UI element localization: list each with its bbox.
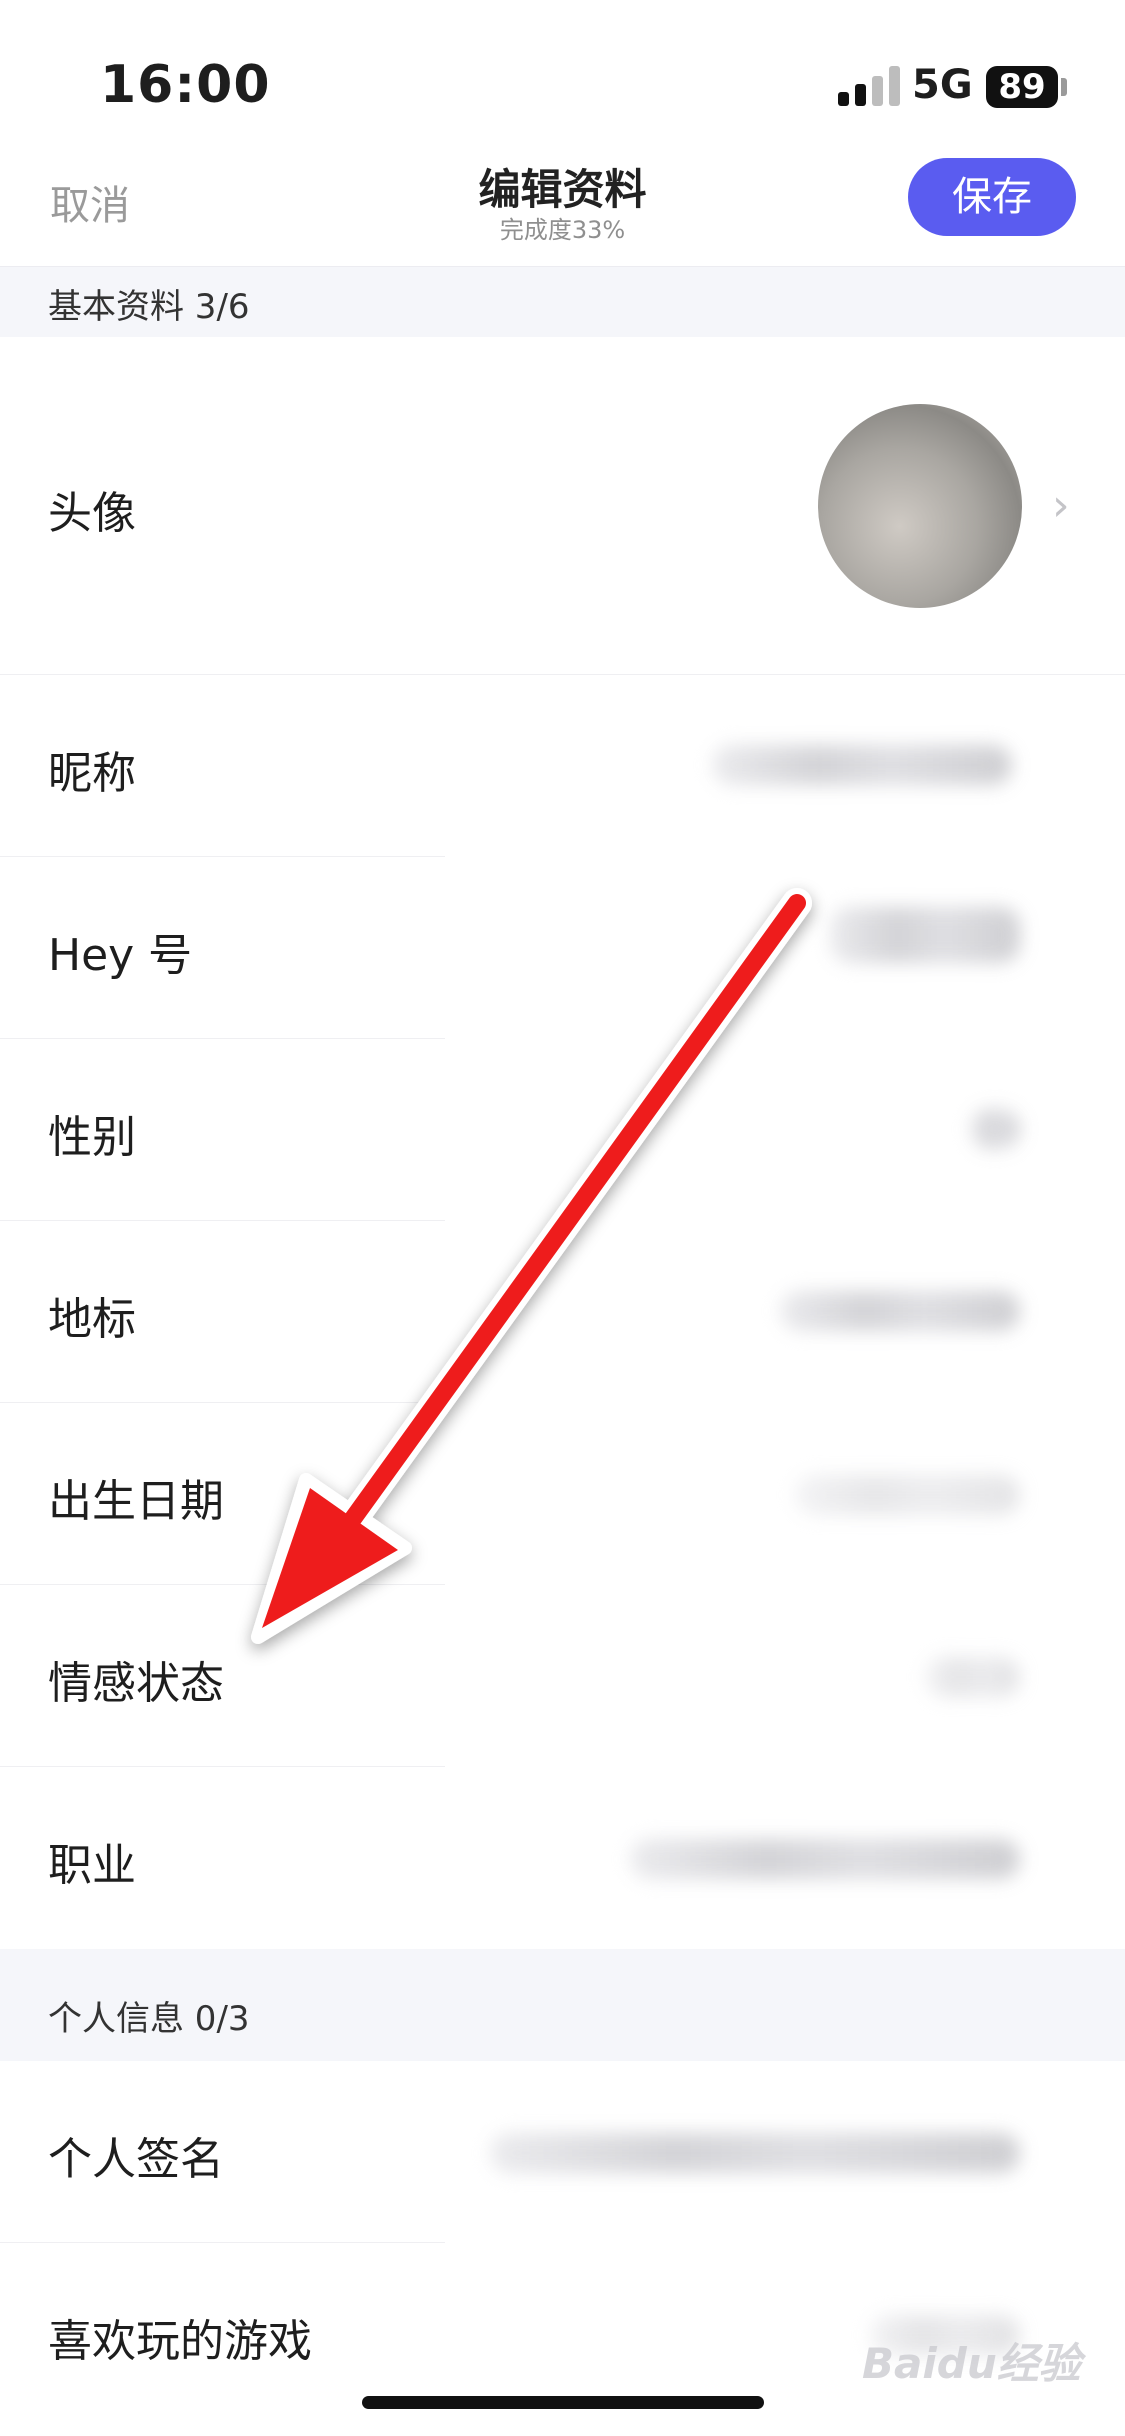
gender-value [970,1109,1020,1149]
relationship-value [925,1657,1020,1697]
row-label: 头像 [48,488,136,539]
signal-icon [838,66,900,106]
network-type: 5G [912,62,973,108]
battery-cap [1061,78,1067,96]
row-label: 出生日期 [48,1476,224,1527]
status-time: 16:00 [100,55,271,115]
row-label: 性别 [48,1112,136,1163]
row-relationship-status[interactable]: 情感状态 [0,1585,1125,1767]
row-birthday[interactable]: 出生日期 [0,1403,1125,1585]
chevron-right-icon: › [1052,480,1070,531]
avatar[interactable] [818,404,1022,608]
home-indicator [362,2396,764,2409]
save-button[interactable]: 保存 [908,158,1076,236]
battery-icon: 89 [986,66,1058,108]
signature-value [490,2133,1020,2173]
watermark: Baidu经验 [862,2339,1081,2388]
section-header-basic: 基本资料 3/6 [0,267,1125,337]
row-gender[interactable]: 性别 [0,1039,1125,1221]
row-label: 地标 [48,1294,136,1345]
status-bar: 16:00 5G 89 [0,0,1125,150]
row-label: 职业 [48,1840,136,1891]
hey-id-value [830,907,1020,963]
section-header-label: 基本资料 3/6 [48,287,250,327]
section-header-label: 个人信息 0/3 [48,1999,250,2039]
row-signature[interactable]: 个人签名 [0,2061,1125,2243]
section-header-personal: 个人信息 0/3 [0,1949,1125,2061]
nickname-value [712,745,1012,785]
row-hey-id[interactable]: Hey 号 [0,857,1125,1039]
occupation-value [630,1839,1020,1879]
landmark-value [780,1291,1020,1331]
row-nickname[interactable]: 昵称 [0,675,1125,857]
row-landmark[interactable]: 地标 [0,1221,1125,1403]
row-label: 情感状态 [48,1658,224,1709]
row-label: 昵称 [48,748,136,799]
row-label: 个人签名 [48,2134,224,2185]
row-occupation[interactable]: 职业 [0,1767,1125,1949]
row-label: 喜欢玩的游戏 [48,2316,312,2367]
row-label: Hey 号 [48,930,193,981]
nav-bar: 取消 编辑资料 完成度33% 保存 [0,150,1125,267]
birthday-value [795,1475,1020,1515]
